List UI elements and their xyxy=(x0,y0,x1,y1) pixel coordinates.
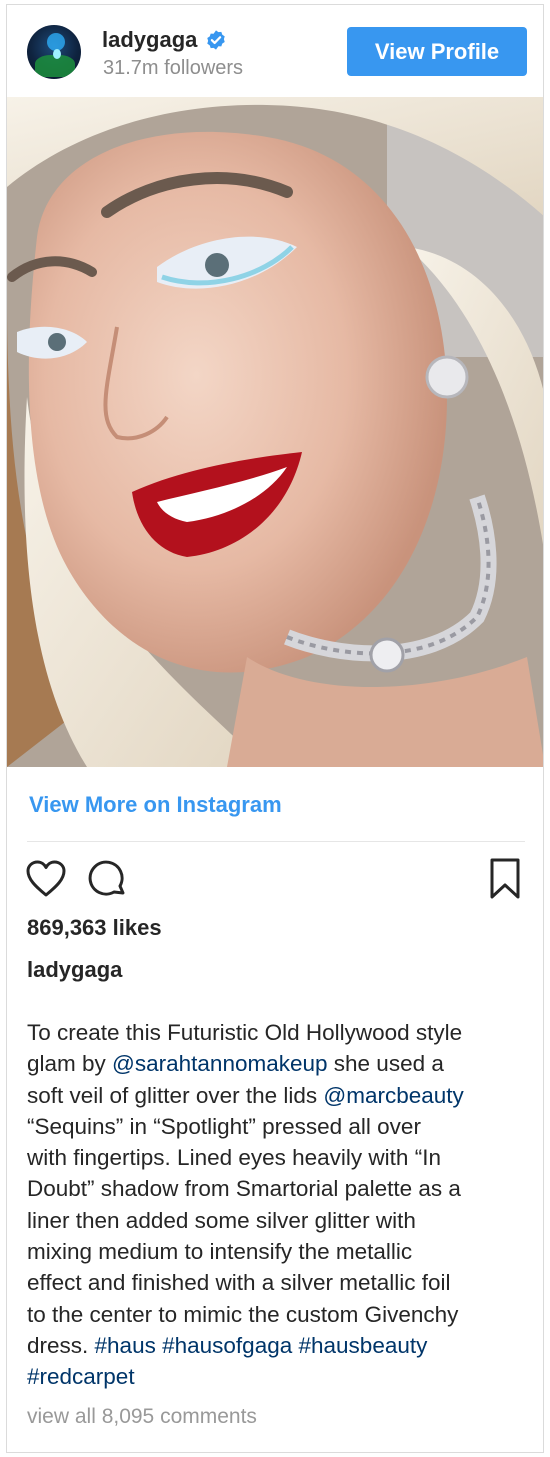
profile-avatar[interactable] xyxy=(27,25,81,79)
bookmark-icon[interactable] xyxy=(485,857,525,901)
profile-username[interactable]: ladygaga xyxy=(102,27,197,53)
like-count[interactable]: 869,363 likes xyxy=(27,915,162,941)
view-all-comments-link[interactable]: view all 8,095 comments xyxy=(27,1405,257,1429)
caption-text: soft veil of glitter over the lids xyxy=(27,1082,324,1108)
caption-text: dress. xyxy=(27,1332,95,1358)
caption-text: Doubt” shadow from Smartorial palette as… xyxy=(27,1176,461,1202)
caption-line: to the center to mimic the custom Givenc… xyxy=(27,1299,532,1330)
caption-line: effect and finished with a silver metall… xyxy=(27,1267,532,1298)
caption-line: soft veil of glitter over the lids @marc… xyxy=(27,1080,532,1111)
comment-icon[interactable] xyxy=(87,859,129,901)
caption-text: To create this Futuristic Old Hollywood … xyxy=(27,1020,463,1045)
caption-text: she used a xyxy=(327,1051,444,1077)
view-more-on-instagram-link[interactable]: View More on Instagram xyxy=(29,792,282,818)
mention-link[interactable]: @sarahtannomakeup xyxy=(112,1051,327,1076)
caption-text: “Sequins” in “Spotlight” pressed all ove… xyxy=(27,1113,421,1139)
caption-line: liner then added some silver glitter wit… xyxy=(27,1205,532,1236)
post-photo[interactable] xyxy=(7,97,543,767)
caption-text: effect and finished with a silver metall… xyxy=(27,1270,451,1296)
caption-text: glam by xyxy=(27,1051,113,1077)
caption-line: Doubt” shadow from Smartorial palette as… xyxy=(27,1173,532,1204)
caption-line: with fingertips. Lined eyes heavily with… xyxy=(27,1142,532,1173)
heart-icon[interactable] xyxy=(25,858,67,900)
verified-badge-icon xyxy=(205,29,227,51)
caption-username[interactable]: ladygaga xyxy=(27,957,122,983)
hashtag-link[interactable]: #hausofgaga xyxy=(162,1333,292,1358)
caption-line: To create this Futuristic Old Hollywood … xyxy=(27,1017,532,1048)
caption-text: to the center to mimic the custom Givenc… xyxy=(27,1301,459,1327)
caption-text: liner then added some silver glitter wit… xyxy=(27,1207,416,1233)
mention-link[interactable]: @marcbeauty xyxy=(323,1083,463,1108)
hashtag-link[interactable]: #haus xyxy=(95,1333,156,1358)
hashtag-link[interactable]: #hausbeauty xyxy=(299,1333,428,1358)
post-header: ladygaga 31.7m followers View Profile xyxy=(7,5,543,95)
view-profile-button[interactable]: View Profile xyxy=(347,27,527,76)
username-row: ladygaga xyxy=(102,27,227,53)
caption-line: “Sequins” in “Spotlight” pressed all ove… xyxy=(27,1111,532,1142)
caption-text: with fingertips. Lined eyes heavily with… xyxy=(27,1145,441,1171)
caption-text: mixing medium to intensify the metallic xyxy=(27,1239,413,1265)
caption-line: mixing medium to intensify the metallic xyxy=(27,1236,532,1267)
caption-line: glam by @sarahtannomakeup she used a xyxy=(27,1048,532,1079)
instagram-embed-card: ladygaga 31.7m followers View Profile Vi… xyxy=(6,4,544,1453)
post-caption: To create this Futuristic Old Hollywood … xyxy=(27,1017,532,1393)
caption-line: #redcarpet xyxy=(27,1361,532,1392)
divider xyxy=(27,841,525,842)
hashtag-link[interactable]: #redcarpet xyxy=(27,1364,135,1389)
follower-count: 31.7m followers xyxy=(103,57,244,79)
caption-line: dress. #haus #hausofgaga #hausbeauty xyxy=(27,1330,532,1361)
